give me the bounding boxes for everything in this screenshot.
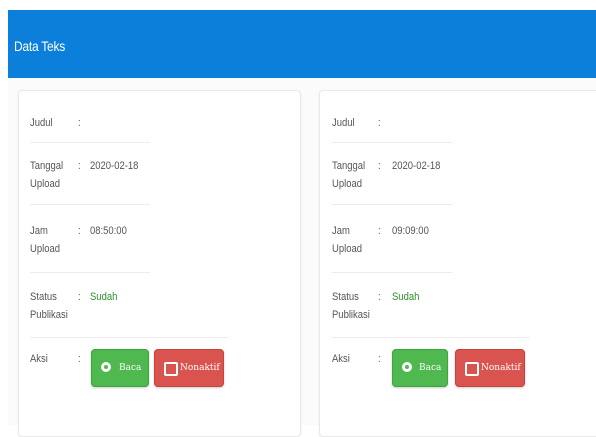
- label-line: Status: [30, 291, 57, 303]
- jam-upload-value: 09:09:00: [392, 225, 429, 237]
- nonaktif-button-label: Nonaktif: [180, 363, 220, 373]
- label-line: Upload: [332, 243, 362, 255]
- label-line: Publikasi: [332, 309, 370, 321]
- label-jam-upload: Jam Upload: [30, 222, 60, 258]
- power-icon: [164, 362, 178, 376]
- label-line: Upload: [30, 178, 60, 190]
- tanggal-upload-value: 2020-02-18: [90, 160, 139, 172]
- label-judul: Judul: [30, 117, 53, 129]
- row-separator: [30, 142, 150, 143]
- colon: :: [378, 117, 381, 129]
- colon: :: [378, 225, 381, 237]
- label-tanggal-upload: Tanggal Upload: [30, 157, 63, 193]
- jam-upload-value: 08:50:00: [90, 225, 127, 237]
- label-aksi: Aksi: [30, 353, 48, 365]
- row-separator: [332, 272, 452, 273]
- baca-button-label: Baca: [119, 363, 142, 373]
- status-publikasi-value: Sudah: [392, 291, 420, 303]
- row-separator: [30, 337, 228, 338]
- label-status-publikasi: Status Publikasi: [332, 288, 370, 324]
- baca-button[interactable]: Baca: [392, 349, 448, 387]
- label-status-publikasi: Status Publikasi: [30, 288, 68, 324]
- label-judul: Judul: [332, 117, 355, 129]
- baca-button[interactable]: Baca: [91, 349, 149, 387]
- nonaktif-button-label: Nonaktif: [481, 363, 521, 373]
- label-line: Upload: [332, 178, 362, 190]
- label-line: Status: [332, 291, 359, 303]
- label-tanggal-upload: Tanggal Upload: [332, 157, 365, 193]
- colon: :: [378, 353, 381, 365]
- label-line: Jam: [30, 225, 48, 237]
- nonaktif-button[interactable]: Nonaktif: [154, 349, 224, 387]
- colon: :: [78, 353, 81, 365]
- colon: :: [78, 291, 81, 303]
- page-header: Data Teks: [8, 10, 596, 78]
- nonaktif-button[interactable]: Nonaktif: [455, 349, 525, 387]
- row-separator: [30, 272, 150, 273]
- label-aksi: Aksi: [332, 353, 350, 365]
- row-separator: [30, 204, 150, 205]
- colon: :: [378, 291, 381, 303]
- page-title: Data Teks: [14, 38, 65, 54]
- label-line: Tanggal: [332, 160, 366, 172]
- label-jam-upload: Jam Upload: [332, 222, 362, 258]
- row-separator: [332, 142, 452, 143]
- eye-icon: [101, 362, 111, 372]
- colon: :: [78, 160, 81, 172]
- colon: :: [378, 160, 381, 172]
- label-line: Jam: [332, 225, 350, 237]
- row-separator: [332, 337, 530, 338]
- eye-icon: [402, 362, 412, 372]
- power-icon: [465, 362, 479, 376]
- label-line: Upload: [30, 243, 60, 255]
- top-strip: [0, 0, 596, 10]
- row-separator: [332, 204, 452, 205]
- baca-button-label: Baca: [419, 363, 442, 373]
- label-line: Publikasi: [30, 309, 68, 321]
- colon: :: [78, 117, 81, 129]
- status-publikasi-value: Sudah: [90, 291, 118, 303]
- tanggal-upload-value: 2020-02-18: [392, 160, 441, 172]
- label-line: Tanggal: [30, 160, 64, 172]
- colon: :: [78, 225, 81, 237]
